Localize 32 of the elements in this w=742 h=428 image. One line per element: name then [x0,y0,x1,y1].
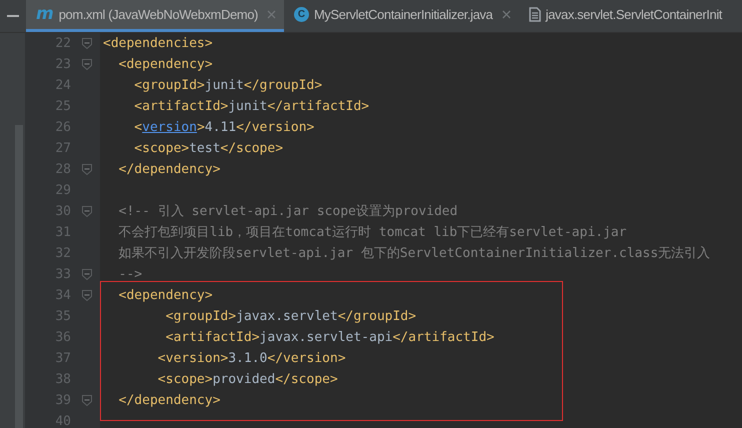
code-line: <groupId>junit</groupId> [133,76,322,95]
fold-icon[interactable] [82,59,92,70]
code-line: <version>4.11</version> [133,118,314,137]
code-line: <dependency> [118,286,213,305]
editor-tab[interactable]: javax.servlet.ServletContainerInit [518,0,730,32]
editor-tab[interactable]: C MyServletContainerInitializer.java [284,0,519,32]
fold-icon[interactable] [82,164,92,175]
editor-tab[interactable]: m pom.xml (JavaWebNoWebxmDemo) [26,0,284,32]
code-line: <dependencies> [103,34,213,53]
code-line: 不会打包到项目lib，项目在tomcat运行时 tomcat lib下已经有servlet-api.jar [118,224,627,242]
fold-icon[interactable] [82,290,92,301]
close-icon[interactable] [266,10,276,19]
code-line: <!-- 引入 servlet-api.jar scope设置为provided [118,202,458,221]
fold-icon[interactable] [82,395,92,406]
code-line: --> [118,266,142,284]
code-line: 如果不引入开发阶段servlet-api.jar 包下的ServletContainerInitializer.class无法引入 [118,244,710,263]
code-line: <scope>provided</scope> [156,370,338,389]
class-icon: C [294,7,309,22]
code-line: <version>3.1.0</version> [156,350,346,368]
code-line: <artifactId>junit</artifactId> [133,98,370,116]
code-line: <artifactId>javax.servlet-api</artifactId> [164,328,494,347]
code-line: <groupId>javax.servlet</groupId> [164,308,416,326]
code-line: <dependency> [118,56,213,74]
code-line: <scope>test</scope> [133,140,284,158]
close-icon[interactable] [502,10,511,19]
code-line: </dependency> [118,392,220,410]
fold-icon[interactable] [82,206,92,217]
fold-icon[interactable] [82,38,92,49]
code-line: </dependency> [118,160,220,179]
file-icon [528,7,541,22]
maven-icon: m [36,6,54,23]
fold-icon[interactable] [82,269,92,280]
